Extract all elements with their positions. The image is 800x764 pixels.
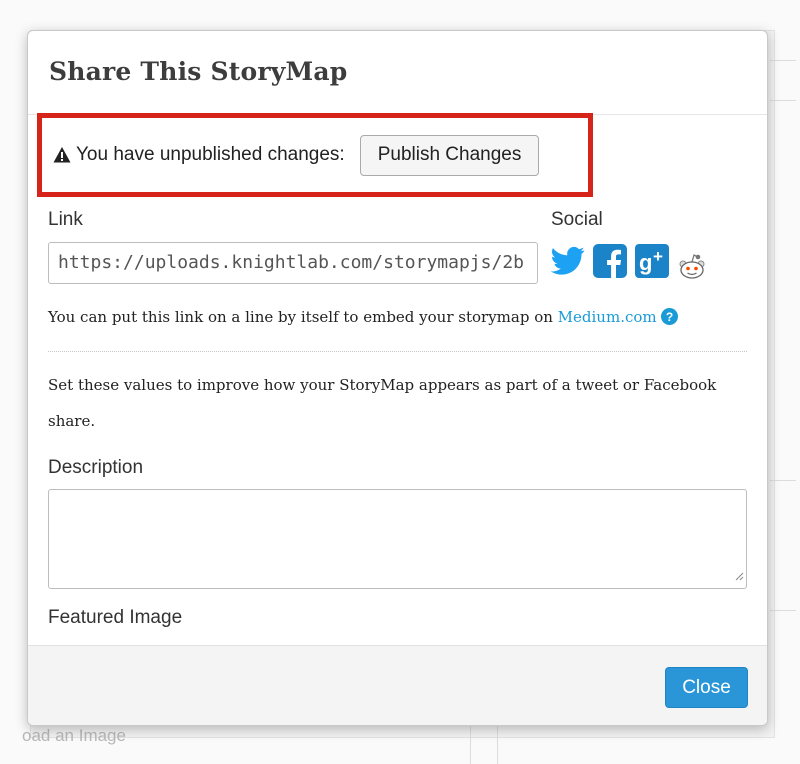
unpublished-warning: You have unpublished changes: Publish Ch… <box>37 113 593 197</box>
description-label: Description <box>48 457 144 478</box>
svg-text:+: + <box>653 247 663 266</box>
share-link-input[interactable]: https://uploads.knightlab.com/storymapjs… <box>48 242 538 284</box>
background-divider <box>497 726 498 764</box>
background-divider <box>770 100 796 101</box>
svg-text:g: g <box>639 250 652 275</box>
section-divider <box>48 351 747 352</box>
share-modal: Share This StoryMap You have unpublished… <box>27 30 768 726</box>
help-icon[interactable]: ? <box>660 308 678 329</box>
medium-embed-note-text: You can put this link on a line by itsel… <box>48 308 558 326</box>
resize-grip-icon[interactable] <box>734 568 744 586</box>
background-divider <box>770 60 796 61</box>
publish-changes-button[interactable]: Publish Changes <box>359 134 540 176</box>
svg-text:?: ? <box>665 310 672 324</box>
social-label: Social <box>551 209 603 230</box>
share-link-value: https://uploads.knightlab.com/storymapjs… <box>58 252 524 273</box>
facebook-icon[interactable] <box>593 244 627 278</box>
background-divider <box>770 480 796 481</box>
social-share-icons: g + <box>551 241 707 281</box>
close-button[interactable]: Close <box>665 667 748 708</box>
google-plus-icon[interactable]: g + <box>635 244 669 278</box>
twitter-icon[interactable] <box>551 246 585 276</box>
medium-embed-note: You can put this link on a line by itsel… <box>48 308 678 329</box>
background-divider <box>470 726 471 764</box>
link-label: Link <box>48 209 83 230</box>
background-upload-image-text: oad an Image <box>22 726 126 745</box>
featured-image-label: Featured Image <box>48 607 183 628</box>
unpublished-warning-text: You have unpublished changes: <box>76 144 345 165</box>
description-textarea[interactable] <box>48 489 747 589</box>
modal-title: Share This StoryMap <box>49 57 348 86</box>
background-divider <box>770 610 796 611</box>
reddit-icon[interactable] <box>677 253 707 281</box>
share-values-instructions: Set these values to improve how your Sto… <box>48 376 717 430</box>
modal-header: Share This StoryMap <box>28 31 767 115</box>
medium-link[interactable]: Medium.com <box>558 308 657 326</box>
warning-icon <box>53 146 71 164</box>
modal-footer: Close <box>28 645 767 725</box>
